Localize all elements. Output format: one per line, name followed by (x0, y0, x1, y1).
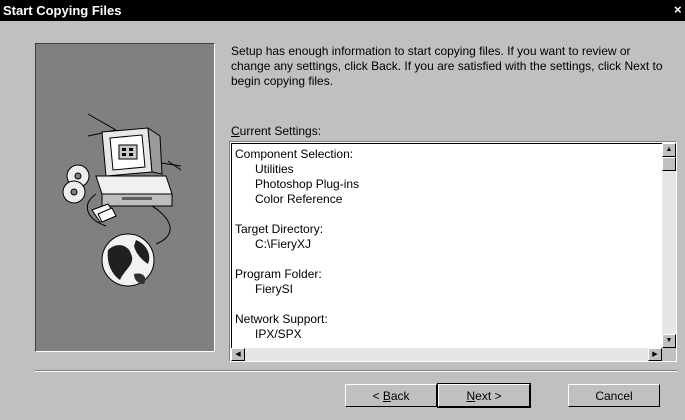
vertical-scrollbar[interactable]: ▲ ▼ (662, 143, 676, 348)
settings-text: Component Selection: Utilities Photoshop… (235, 147, 655, 346)
settings-heading: Component Selection: (235, 147, 354, 161)
horizontal-scrollbar[interactable]: ◀ ▶ (231, 348, 662, 361)
settings-item: IPX/SPX (255, 327, 302, 341)
cancel-button[interactable]: Cancel (568, 384, 660, 407)
settings-heading: Network Support: (235, 312, 328, 326)
arrow-left-icon[interactable]: ◀ (231, 348, 245, 361)
settings-heading: Target Directory: (235, 222, 324, 236)
next-rest: ext > (475, 388, 502, 403)
arrow-right-icon[interactable]: ▶ (648, 348, 662, 361)
next-button[interactable]: Next > (437, 383, 531, 408)
label-rest: urrent Settings: (239, 124, 322, 138)
button-separator (35, 370, 677, 372)
close-icon[interactable]: × (674, 3, 685, 17)
back-button[interactable]: < Back (345, 384, 437, 407)
setup-dialog: Start Copying Files × Setup has enough i… (0, 0, 685, 420)
next-mnemonic: N (466, 388, 476, 403)
settings-heading: Program Folder: (235, 267, 322, 281)
setup-graphic-panel (35, 43, 215, 352)
current-settings-label: Current Settings: (231, 124, 321, 138)
current-settings-box[interactable]: Component Selection: Utilities Photoshop… (229, 141, 677, 362)
scroll-thumb[interactable] (662, 157, 676, 171)
back-prefix: < (372, 388, 383, 403)
title-bar[interactable]: Start Copying Files × (0, 0, 685, 21)
arrow-up-icon[interactable]: ▲ (662, 143, 676, 157)
settings-item: Photoshop Plug-ins (255, 177, 360, 191)
settings-item: C:\FieryXJ (255, 237, 312, 251)
settings-item: FierySI (255, 282, 294, 296)
settings-item: Utilities (255, 162, 294, 176)
back-mnemonic: B (382, 388, 391, 403)
settings-inner: Component Selection: Utilities Photoshop… (231, 143, 675, 360)
scrollbar-corner (662, 348, 676, 361)
window-title: Start Copying Files (3, 3, 122, 18)
label-mnemonic: C (231, 124, 240, 138)
intro-text: Setup has enough information to start co… (231, 44, 663, 88)
computer-cd-globe-illustration (62, 113, 182, 287)
settings-item: Color Reference (255, 192, 343, 206)
arrow-down-icon[interactable]: ▼ (662, 334, 676, 348)
back-rest: ack (390, 388, 410, 403)
